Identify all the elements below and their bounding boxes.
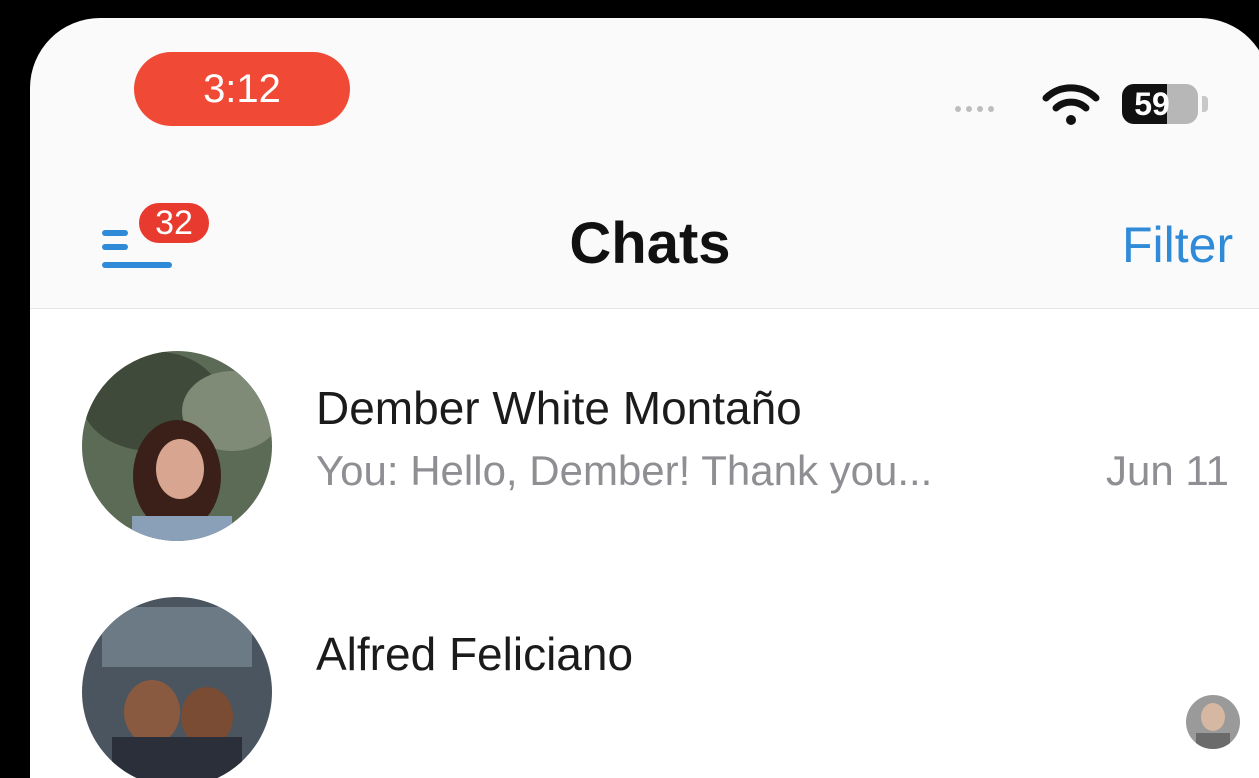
- navigation-bar: 32 Chats Filter: [30, 168, 1259, 308]
- avatar-photo-icon: [1186, 695, 1240, 749]
- chat-name: Dember White Montaño: [316, 382, 802, 434]
- wifi-icon: [1042, 84, 1100, 125]
- phone-screen: 3:12 59 32 Chats Filter Dember White Mon…: [30, 18, 1259, 778]
- status-time: 3:12: [203, 66, 281, 111]
- battery-cap: [1202, 96, 1208, 112]
- filter-button[interactable]: Filter: [1122, 216, 1233, 274]
- chat-list: Dember White Montaño You: Hello, Dember!…: [30, 309, 1259, 778]
- avatar-photo-icon: [82, 597, 272, 778]
- battery-icon: 59: [1122, 84, 1198, 124]
- chat-name: Alfred Feliciano: [316, 628, 634, 680]
- chat-date: Jun 11: [1106, 447, 1229, 494]
- chat-preview: You: Hello, Dember! Thank you...: [316, 447, 933, 494]
- status-time-pill[interactable]: 3:12: [134, 52, 350, 126]
- avatar[interactable]: [82, 597, 272, 778]
- avatar-photo-icon: [82, 351, 272, 541]
- avatar[interactable]: [82, 351, 272, 541]
- page-title: Chats: [569, 211, 731, 276]
- chat-row[interactable]: Dember White Montaño You: Hello, Dember!…: [30, 309, 1259, 559]
- chat-row[interactable]: Alfred Feliciano: [30, 559, 1259, 778]
- cellular-signal-icon: [955, 106, 994, 112]
- battery-level: 59: [1134, 85, 1170, 122]
- read-receipt-avatar: [1186, 695, 1240, 749]
